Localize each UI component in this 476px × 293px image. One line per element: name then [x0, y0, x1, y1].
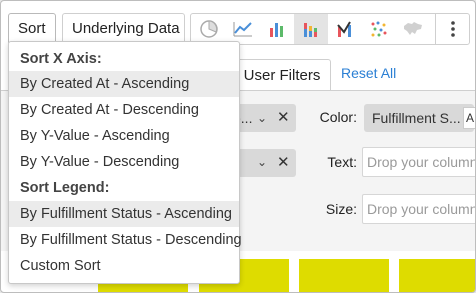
sort-menu: Sort X Axis: By Created At - Ascending B…	[8, 41, 242, 284]
close-icon[interactable]: ✕	[277, 153, 290, 171]
map-chart-icon[interactable]	[396, 14, 430, 44]
custom-sort-item[interactable]: Custom Sort	[9, 253, 239, 279]
color-field-value: Fulfillment S...	[372, 110, 461, 126]
sort-fulfillment-descending[interactable]: By Fulfillment Status - Descending	[9, 227, 242, 253]
scatter-chart-icon[interactable]	[362, 14, 396, 44]
color-field-pill[interactable]: Fulfillment S...	[364, 104, 474, 132]
aggregation-selector[interactable]: A	[463, 107, 475, 129]
line-chart-icon[interactable]	[226, 14, 260, 44]
tab-user-filters[interactable]: User Filters	[233, 59, 331, 91]
app-frame: Sort Underlying Data User Filters Reset …	[0, 0, 476, 293]
sort-x-axis-header: Sort X Axis:	[20, 51, 102, 67]
chevron-down-icon[interactable]: ⌄	[257, 155, 267, 169]
text-drop-zone[interactable]: Drop your column	[362, 147, 475, 177]
stacked-bar-chart-icon[interactable]	[294, 14, 328, 44]
text-label: Text:	[327, 154, 357, 170]
pie-chart-icon[interactable]	[192, 14, 226, 44]
chart-bar	[299, 259, 389, 292]
sort-created-at-descending[interactable]: By Created At - Descending	[9, 97, 239, 123]
size-label: Size:	[325, 201, 357, 217]
more-vertical-icon[interactable]	[435, 14, 469, 44]
chart-bar	[399, 259, 475, 292]
size-drop-zone[interactable]: Drop your column	[362, 194, 475, 224]
sort-y-value-descending[interactable]: By Y-Value - Descending	[9, 149, 239, 175]
close-icon[interactable]: ✕	[277, 108, 290, 126]
reset-all-link[interactable]: Reset All	[341, 65, 396, 81]
sort-legend-header: Sort Legend:	[20, 180, 110, 196]
chevron-down-icon[interactable]: ⌄	[257, 111, 267, 125]
sort-y-value-ascending[interactable]: By Y-Value - Ascending	[9, 123, 239, 149]
sort-created-at-ascending[interactable]: By Created At - Ascending	[9, 71, 239, 97]
sort-fulfillment-ascending[interactable]: By Fulfillment Status - Ascending	[9, 201, 239, 227]
bar-chart-icon[interactable]	[260, 14, 294, 44]
combo-chart-icon[interactable]	[328, 14, 362, 44]
color-label: Color:	[319, 109, 357, 125]
